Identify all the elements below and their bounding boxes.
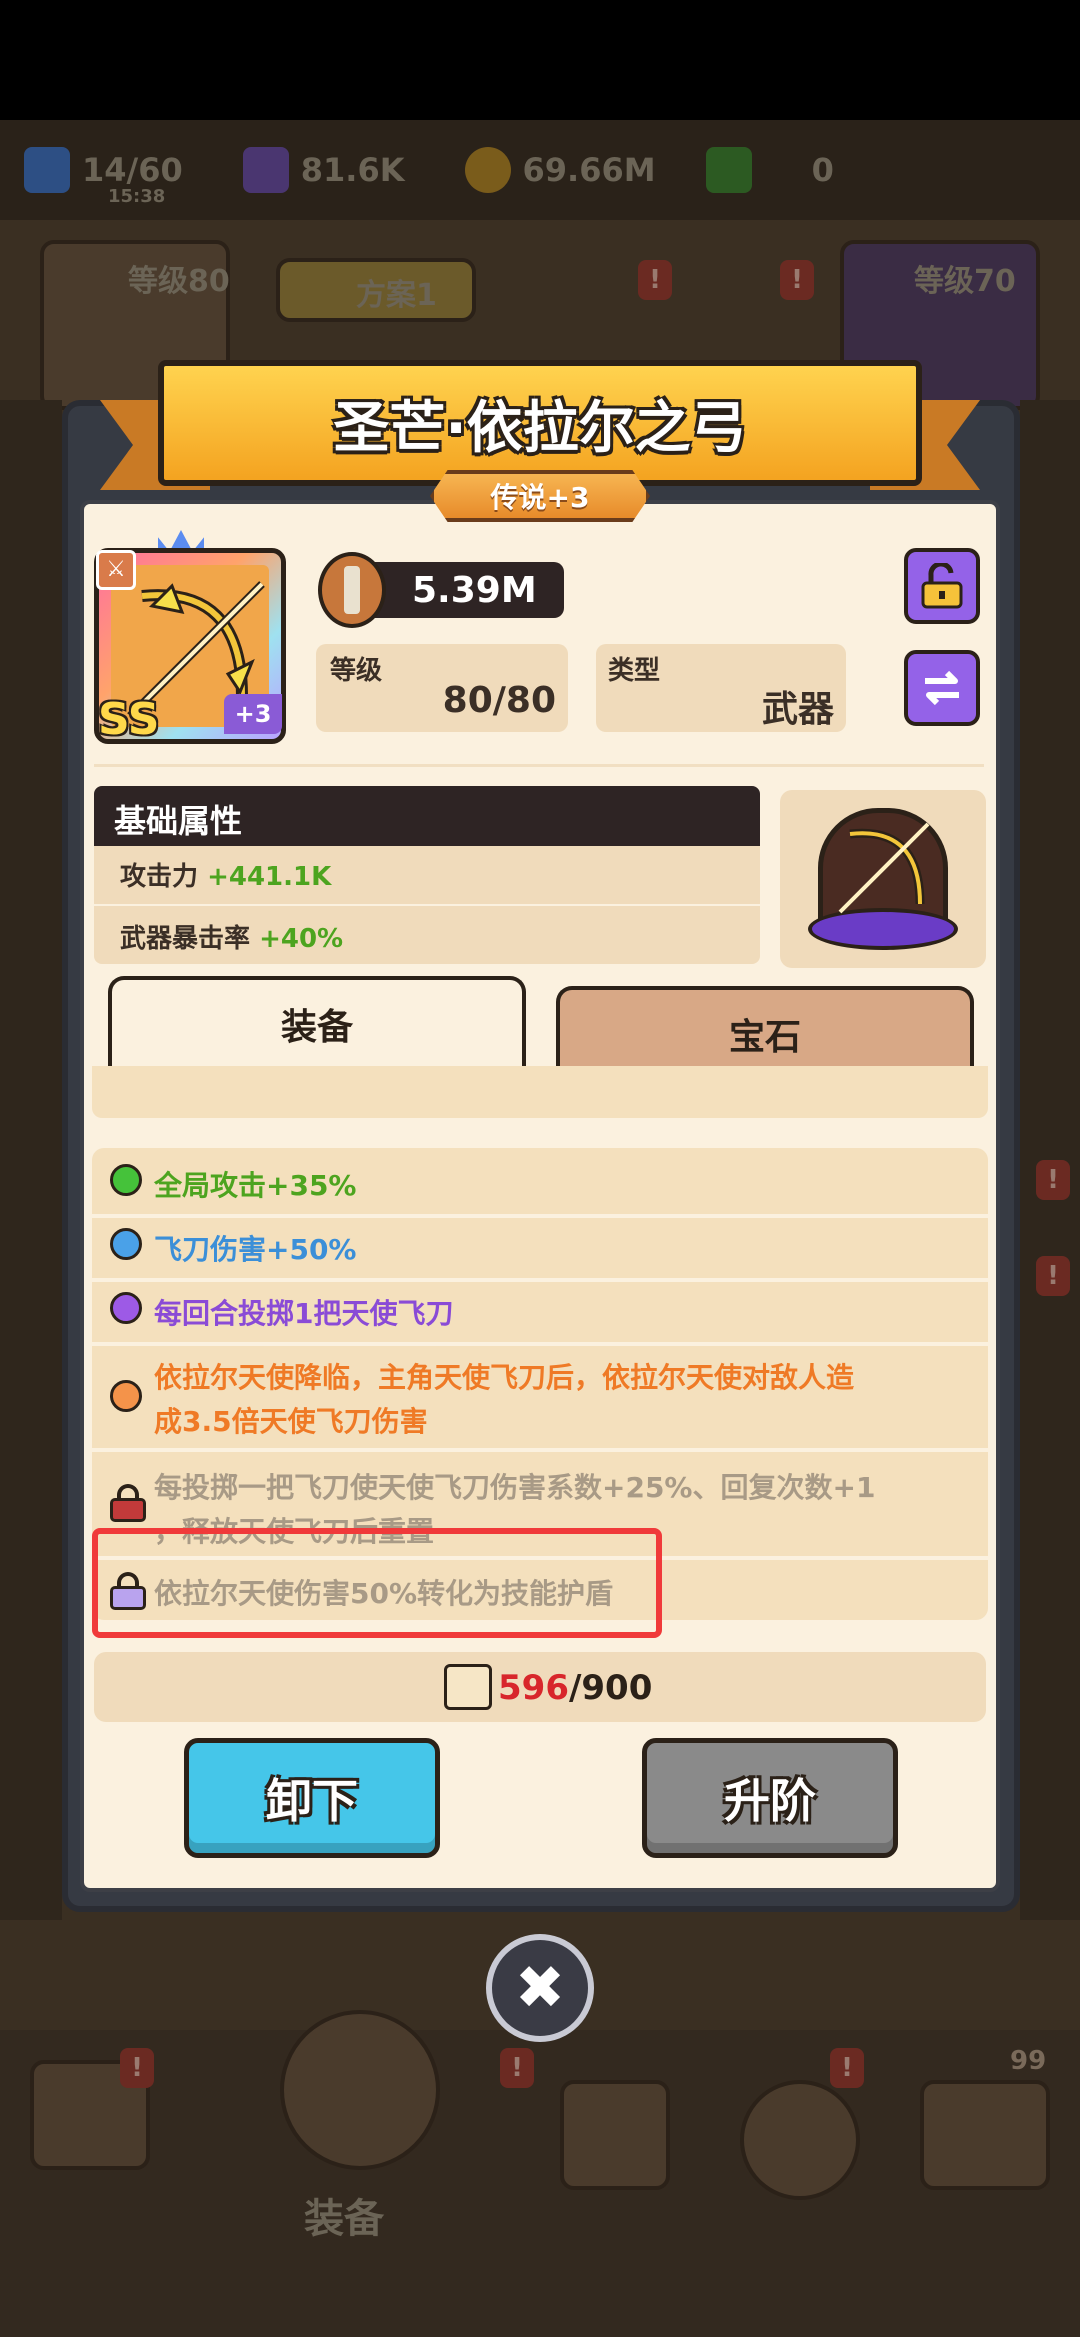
swap-button[interactable]	[904, 650, 980, 726]
nav-chest-icon[interactable]	[920, 2080, 1050, 2190]
bottom-navigation	[0, 2030, 1080, 2337]
resource-gold-coin[interactable]: 69.66M	[464, 147, 656, 193]
item-title: 圣芒·依拉尔之弓	[333, 395, 747, 461]
item-plus-level: +3	[224, 694, 282, 734]
type-label: 类型	[608, 656, 661, 686]
bg-alert-badge: !	[1036, 1256, 1070, 1296]
energy-timer: 15:38	[108, 186, 166, 207]
tab-equipment[interactable]: 装备	[108, 976, 526, 1068]
nav-equipment-alert: !	[500, 2048, 534, 2088]
nav-battle-alert: !	[830, 2048, 864, 2088]
purple-dot-icon	[110, 1292, 142, 1324]
tab-gem-label: 宝石	[728, 1017, 801, 1058]
title-ribbon: 圣芒·依拉尔之弓	[158, 360, 922, 486]
attributes-title: 基础属性	[114, 802, 243, 840]
gold-coin-value: 69.66M	[522, 151, 656, 189]
nav-shop-alert: !	[120, 2048, 154, 2088]
unequip-label: 卸下	[266, 1774, 358, 1828]
upgrade-button[interactable]: 升阶	[642, 1738, 898, 1858]
lock-toggle-button[interactable]	[904, 548, 980, 624]
purple-gem-icon	[242, 147, 289, 193]
bg-left-column	[0, 400, 62, 1920]
close-icon: ✖	[514, 1953, 566, 2023]
red-lock-icon	[110, 1484, 146, 1522]
green-gem-value: 0	[811, 151, 834, 189]
material-count: 596/900	[498, 1668, 652, 1708]
attack-label: 攻击力	[120, 862, 199, 892]
material-total: /900	[568, 1668, 653, 1708]
green-gem-icon	[705, 147, 752, 193]
sword-power-icon	[344, 566, 360, 614]
item-grade: SS	[98, 694, 160, 745]
rarity-label: 传说+3	[490, 481, 590, 514]
partial-row	[92, 1066, 988, 1118]
bg-level-left: 等级80	[128, 264, 230, 299]
nav-chest-count: 99	[1010, 2046, 1047, 2076]
lock-body	[110, 1498, 146, 1522]
skill-text: 飞刀伤害+50%	[154, 1233, 357, 1266]
tab-equipment-label: 装备	[280, 1007, 353, 1048]
crit-label: 武器暴击率	[120, 924, 251, 954]
skill-text-line1: 每投掷一把飞刀使天使飞刀伤害系数+25%、回复次数+1	[154, 1471, 876, 1504]
unequip-button[interactable]: 卸下	[184, 1738, 440, 1858]
skill-text: 每回合投掷1把天使飞刀	[154, 1297, 454, 1330]
attack-value: +441.1K	[207, 862, 332, 892]
purple-gem-value: 81.6K	[300, 151, 405, 189]
resource-purple-gem[interactable]: 81.6K	[242, 147, 405, 193]
crit-value: +40%	[259, 924, 344, 954]
skill-text: 全局攻击+35%	[154, 1169, 357, 1202]
bg-alert-badge: !	[1036, 1160, 1070, 1200]
skill-text-line2: 成3.5倍天使飞刀伤害	[154, 1405, 428, 1438]
divider	[94, 764, 984, 767]
tab-gem[interactable]: 宝石	[556, 986, 974, 1078]
energy-icon	[24, 147, 70, 193]
type-value: 武器	[761, 689, 834, 730]
gold-coin-icon	[464, 147, 511, 193]
row-separator	[92, 1278, 988, 1282]
level-label: 等级	[330, 656, 383, 686]
close-button[interactable]: ✖	[486, 1934, 594, 2042]
row-separator	[92, 1342, 988, 1346]
resource-green-gem[interactable]: 0	[705, 147, 834, 193]
row-separator	[92, 1448, 988, 1452]
green-dot-icon	[110, 1164, 142, 1196]
highlight-box	[92, 1528, 662, 1638]
crit-attribute: 武器暴击率 +40%	[120, 918, 343, 955]
nav-battle-icon[interactable]	[560, 2080, 670, 2190]
attack-attribute: 攻击力 +441.1K	[120, 856, 331, 893]
orange-dot-icon	[110, 1380, 142, 1412]
upgrade-label: 升阶	[724, 1774, 816, 1828]
material-current: 596	[498, 1668, 569, 1708]
nav-equipment-label: 装备	[304, 2196, 384, 2242]
skill-text-line1: 依拉尔天使降临，主角天使飞刀后，依拉尔天使对敌人造	[154, 1361, 855, 1394]
bg-level-right: 等级70	[914, 264, 1016, 299]
blue-dot-icon	[110, 1228, 142, 1260]
bow-preview-icon	[838, 822, 930, 914]
anvil-scroll-icon	[444, 1664, 492, 1710]
bg-plan-label: 方案1	[356, 278, 437, 313]
energy-value: 14/60	[82, 151, 183, 189]
bg-alert-badge: !	[638, 260, 672, 300]
nav-upgrade-icon[interactable]	[740, 2080, 860, 2200]
level-value: 80/80	[442, 680, 556, 721]
rarity-badge: 传说+3	[430, 470, 650, 522]
bg-alert-badge: !	[780, 260, 814, 300]
nav-equipment-icon[interactable]	[280, 2010, 440, 2170]
combat-power-value: 5.39M	[412, 570, 537, 611]
swap-icon	[925, 670, 959, 706]
row-separator	[92, 1214, 988, 1218]
sword-type-icon: ⚔	[96, 550, 136, 590]
unlock-icon	[921, 563, 963, 609]
